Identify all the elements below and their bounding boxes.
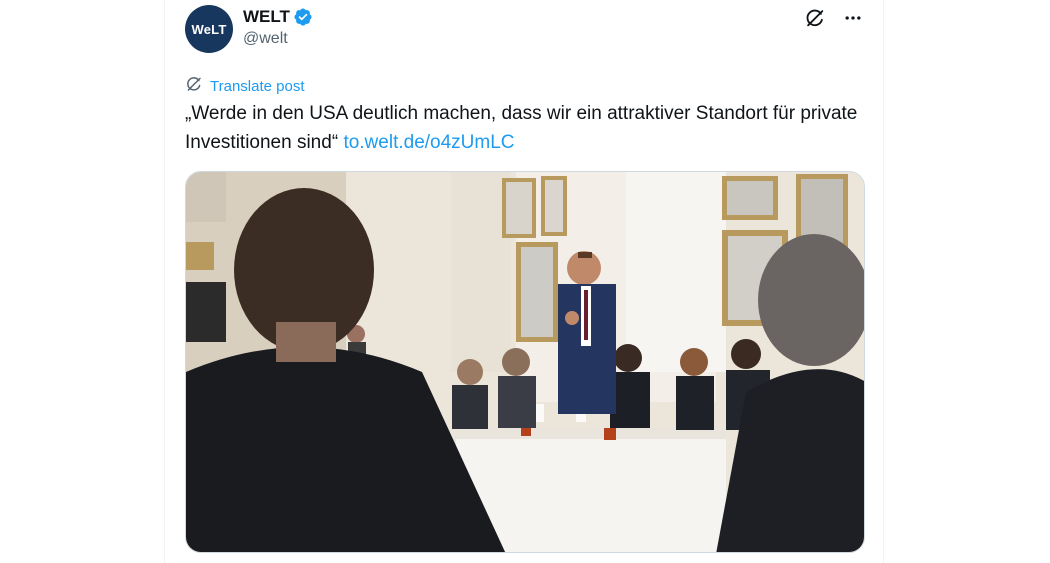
avatar-logo-text: WeLT	[191, 21, 227, 37]
post-image-scene	[186, 172, 864, 552]
author-name-row: WELT	[243, 7, 313, 27]
post-body-text: „Werde in den USA deutlich machen, dass …	[185, 103, 858, 153]
post[interactable]: WeLT WELT @welt Translate post „Werde in…	[185, 0, 865, 563]
verified-badge-icon	[293, 7, 313, 27]
post-text: „Werde in den USA deutlich machen, dass …	[185, 99, 875, 157]
translate-post-label: Translate post	[210, 78, 305, 95]
grok-icon[interactable]	[803, 6, 827, 30]
author-display-name[interactable]: WELT	[243, 7, 290, 27]
translate-post-button[interactable]: Translate post	[185, 75, 305, 98]
post-top-actions	[803, 6, 865, 30]
author-avatar[interactable]: WeLT	[185, 5, 233, 53]
more-options-icon[interactable]	[841, 6, 865, 30]
timeline-column: WeLT WELT @welt Translate post „Werde in…	[164, 0, 884, 563]
author-info: WELT @welt	[243, 7, 313, 48]
post-image[interactable]	[185, 171, 865, 553]
post-link[interactable]: to.welt.de/o4zUmLC	[343, 132, 514, 153]
author-handle[interactable]: @welt	[243, 30, 313, 48]
translate-icon	[185, 75, 203, 98]
